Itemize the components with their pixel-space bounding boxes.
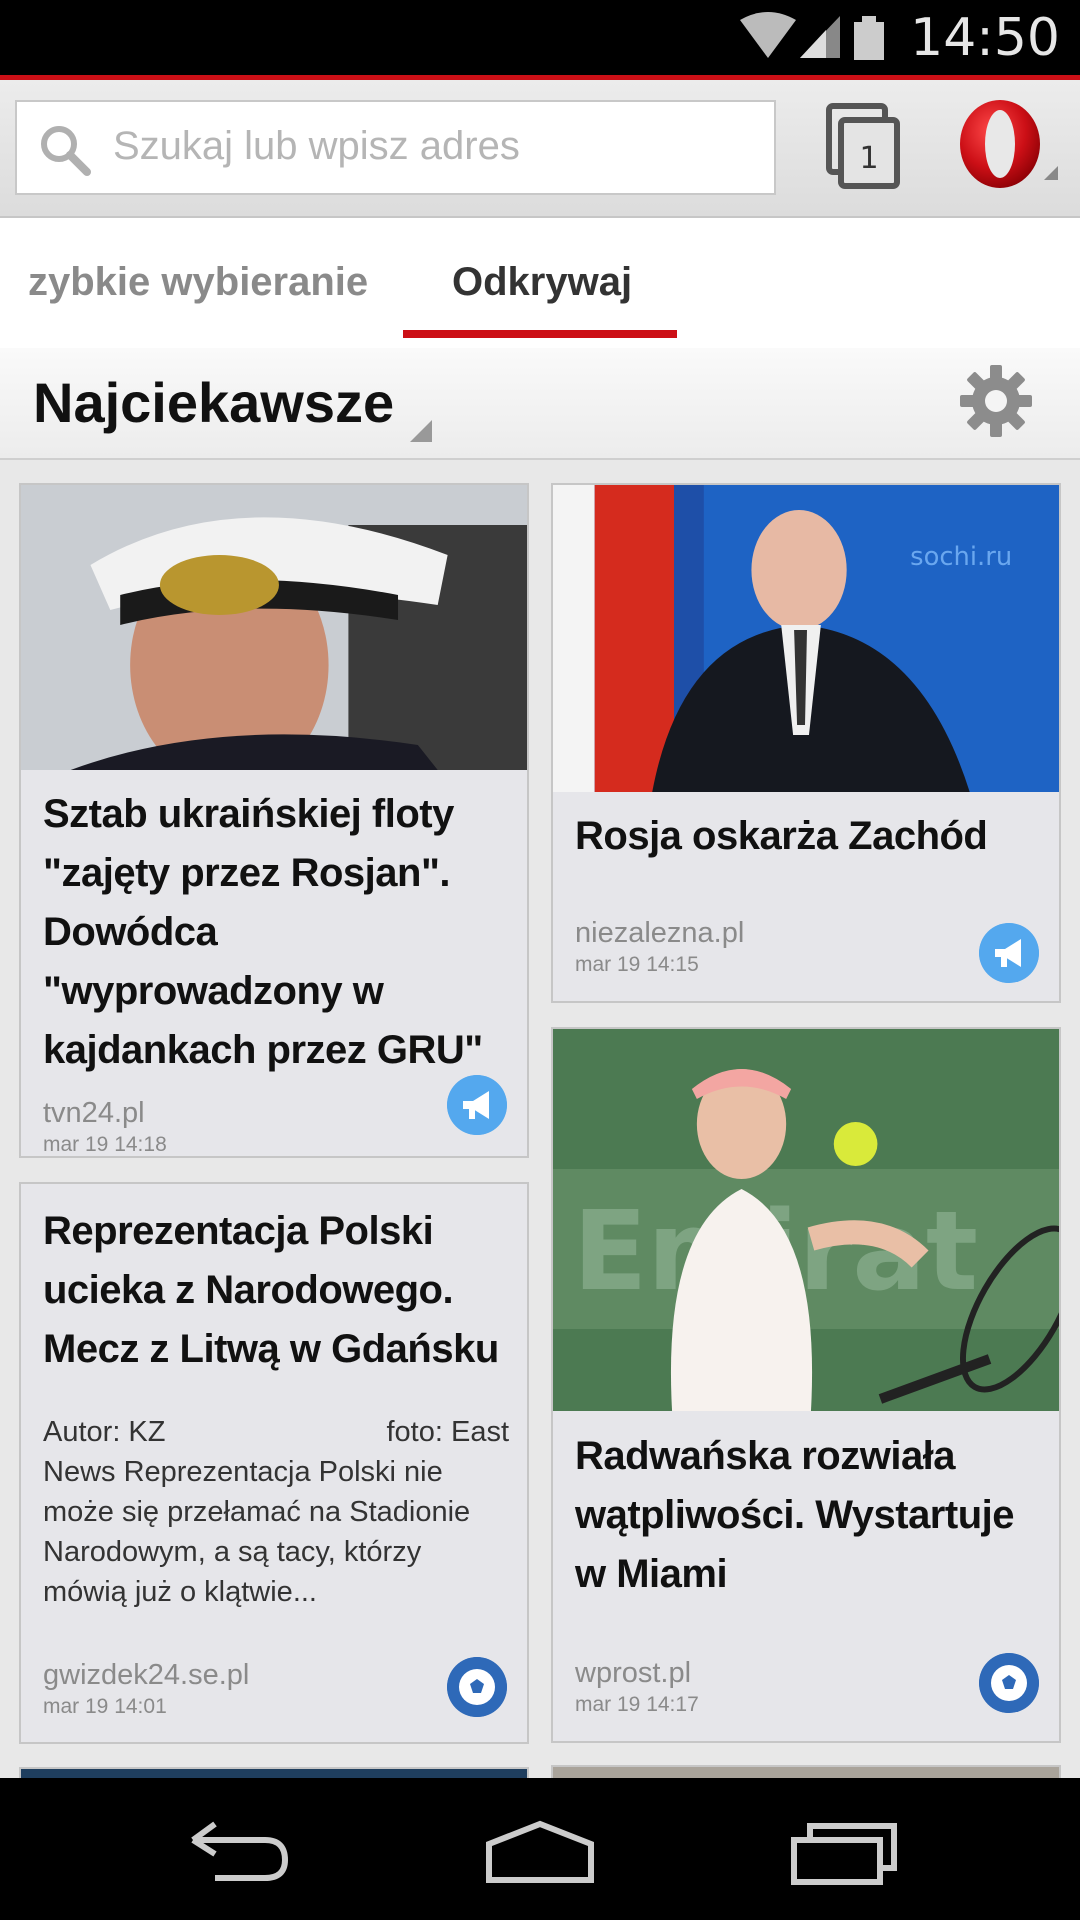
search-input[interactable]: Szukaj lub wpisz adres: [15, 100, 776, 195]
article-source: tvn24.pl: [43, 1097, 145, 1129]
article-image: sochi.ru: [553, 485, 1059, 792]
recent-apps-icon[interactable]: [790, 1818, 900, 1888]
back-icon[interactable]: [185, 1818, 295, 1888]
article-source: wprost.pl: [575, 1657, 692, 1689]
article-headline[interactable]: Radwańska rozwiała wątpliwości. Wystartu…: [575, 1427, 1041, 1604]
category-bar: Najciekawsze: [0, 348, 1080, 460]
system-nav-bar: [0, 1778, 1080, 1920]
soccer-ball-icon: [447, 1657, 507, 1717]
tabs-icon: 1: [826, 103, 900, 189]
article-excerpt-meta: Autor: KZ foto: East: [43, 1412, 509, 1452]
status-bar: 14:50: [0, 0, 1080, 75]
soccer-ball-icon: [979, 1653, 1039, 1713]
browser-toolbar: Szukaj lub wpisz adres 1: [0, 75, 1080, 218]
article-excerpt: News Reprezentacja Polski nie może się p…: [43, 1456, 471, 1608]
tab-count: 1: [859, 141, 878, 176]
clock: 14:50: [910, 8, 1060, 68]
tabs-button[interactable]: 1: [825, 102, 905, 192]
news-card[interactable]: [551, 1765, 1061, 1778]
category-dropdown[interactable]: Najciekawsze: [33, 370, 394, 435]
news-card[interactable]: [19, 1767, 529, 1778]
settings-gear-icon[interactable]: [958, 363, 1034, 439]
article-headline[interactable]: Reprezentacja Polski ucieka z Narodowego…: [43, 1202, 509, 1379]
news-feed[interactable]: Sztab ukraińskiej floty "zajęty przez Ro…: [0, 460, 1080, 1778]
news-card[interactable]: Sztab ukraińskiej floty "zajęty przez Ro…: [19, 483, 529, 1158]
article-date: mar 19 14:17: [575, 1693, 699, 1716]
article-date: mar 19 14:15: [575, 953, 699, 976]
article-date: mar 19 14:01: [43, 1695, 167, 1718]
news-card[interactable]: Reprezentacja Polski ucieka z Narodowego…: [19, 1182, 529, 1744]
search-placeholder: Szukaj lub wpisz adres: [113, 124, 520, 168]
active-tab-indicator: [403, 330, 677, 338]
megaphone-icon: [979, 923, 1039, 983]
home-icon[interactable]: [485, 1818, 595, 1888]
tab-discover[interactable]: Odkrywaj: [452, 260, 632, 305]
news-card[interactable]: sochi.ru Rosja oskarża Zachód niezalezna…: [551, 483, 1061, 1003]
opera-menu-button[interactable]: [958, 98, 1058, 198]
signal-icon: [800, 16, 840, 58]
excerpt-author: Autor: KZ: [43, 1416, 166, 1448]
news-card[interactable]: Emirat Radwańska rozwiała wątpliwości. W…: [551, 1027, 1061, 1743]
article-image: Emirat: [553, 1029, 1059, 1411]
search-icon: [41, 126, 91, 176]
article-source: niezalezna.pl: [575, 917, 745, 949]
article-headline[interactable]: Rosja oskarża Zachód: [575, 807, 1041, 866]
article-date: mar 19 14:18: [43, 1133, 167, 1156]
svg-text:sochi.ru: sochi.ru: [910, 542, 1012, 572]
dropdown-arrow-icon[interactable]: [410, 420, 432, 442]
article-image: [21, 485, 527, 770]
megaphone-icon: [447, 1075, 507, 1135]
excerpt-photo-credit: foto: East: [386, 1416, 509, 1448]
wifi-icon: [740, 12, 796, 58]
article-headline[interactable]: Sztab ukraińskiej floty "zajęty przez Ro…: [43, 785, 509, 1080]
status-icons: [740, 12, 884, 60]
tab-strip: zybkie wybieranie Odkrywaj: [0, 218, 1080, 348]
tab-speed-dial[interactable]: zybkie wybieranie: [28, 260, 368, 305]
battery-icon: [854, 16, 884, 60]
opera-logo-icon: [960, 100, 1058, 188]
article-source: gwizdek24.se.pl: [43, 1659, 250, 1691]
